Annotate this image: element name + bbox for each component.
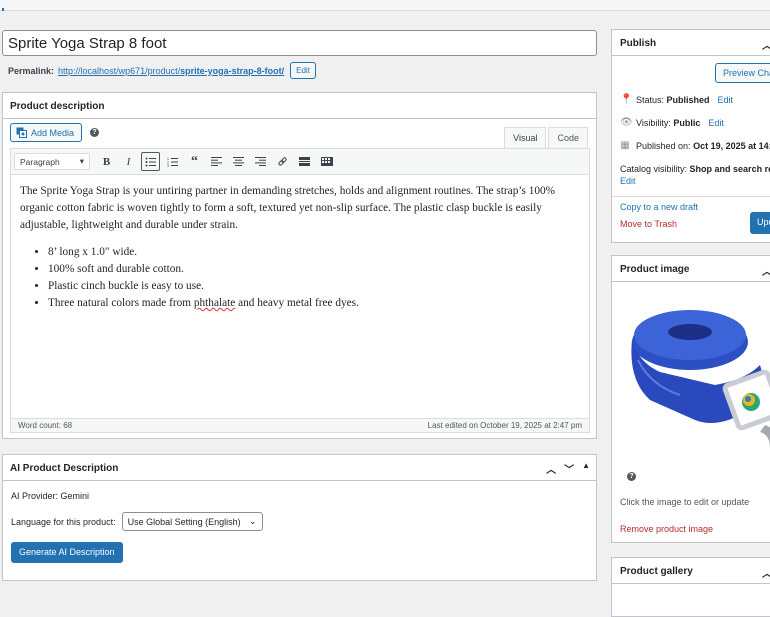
product-image-heading: Product image — [620, 264, 690, 275]
published-row: ▦ Published on: Oct 19, 2025 at 14:47 — [620, 140, 770, 151]
ai-product-description-box: AI Product Description ︿ ﹀ ▲ AI Provider… — [2, 454, 597, 581]
preview-changes-button[interactable]: Preview Changes — [715, 63, 770, 83]
visibility-row: 👁 Visibility: Public Edit — [620, 117, 724, 128]
bullet-list-icon[interactable] — [141, 152, 160, 171]
publish-heading: Publish — [620, 38, 657, 49]
read-more-icon[interactable] — [295, 152, 314, 171]
toggle-panel-icon[interactable]: ▲ — [582, 461, 590, 476]
add-media-icon — [16, 127, 27, 138]
editor-toolbar: Paragraph ▾ B I 123 “ — [11, 149, 589, 175]
numbered-list-icon[interactable]: 123 — [163, 152, 182, 171]
catalog-edit-link[interactable]: Edit — [620, 176, 636, 186]
permalink-edit-button[interactable]: Edit — [290, 62, 316, 79]
update-button[interactable]: Update — [750, 212, 770, 234]
list-item: Three natural colors made from phthalate… — [48, 295, 580, 312]
ai-box-header: AI Product Description ︿ ﹀ ▲ — [3, 455, 596, 481]
tab-code[interactable]: Code — [548, 127, 588, 149]
italic-icon[interactable]: I — [119, 152, 138, 171]
help-icon[interactable]: ? — [90, 128, 100, 137]
product-gallery-heading: Product gallery — [620, 566, 693, 577]
link-icon[interactable] — [273, 152, 292, 171]
help-icon[interactable]: ? — [627, 472, 636, 481]
move-down-icon[interactable]: ﹀ — [564, 461, 574, 476]
copy-draft-link[interactable]: Copy to a new draft — [620, 202, 698, 212]
admin-top-strip — [0, 0, 770, 11]
remove-product-image-link[interactable]: Remove product image — [620, 524, 713, 534]
blockquote-icon[interactable]: “ — [185, 152, 204, 171]
permalink-link[interactable]: http://localhost/wp671/product/sprite-yo… — [58, 66, 284, 76]
editor-area: Paragraph ▾ B I 123 “ The Sprite Yoga St… — [10, 148, 590, 433]
move-to-trash-link[interactable]: Move to Trash — [620, 219, 677, 229]
list-item: Plastic cinch buckle is easy to use. — [48, 278, 580, 295]
product-title-input[interactable] — [2, 30, 597, 56]
publish-header: Publish ︿ — [612, 30, 770, 56]
language-select[interactable]: Use Global Setting (English) ⌄ — [121, 512, 263, 531]
catalog-visibility: Catalog visibility: Shop and search resu… — [620, 164, 770, 186]
align-center-icon[interactable] — [229, 152, 248, 171]
language-row: Language for this product: Use Global Se… — [11, 512, 263, 531]
description-bullet-list: 8’ long x 1.0" wide. 100% soft and durab… — [20, 244, 580, 312]
editor-tabs: Visual Code — [502, 127, 588, 149]
description-paragraph: The Sprite Yoga Strap is your untiring p… — [20, 185, 556, 231]
list-item: 8’ long x 1.0" wide. — [48, 244, 580, 261]
permalink-row: Permalink: http://localhost/wp671/produc… — [8, 62, 316, 79]
toolbar-toggle-icon[interactable] — [317, 152, 336, 171]
last-edited: Last edited on October 19, 2025 at 2:47 … — [427, 421, 582, 430]
status-edit-link[interactable]: Edit — [718, 95, 734, 105]
editor-statusbar: Word count: 68 Last edited on October 19… — [11, 418, 589, 432]
language-label: Language for this product: — [11, 516, 116, 527]
top-indicator — [2, 8, 4, 11]
media-row: Add Media ? — [10, 123, 100, 142]
align-right-icon[interactable] — [251, 152, 270, 171]
calendar-icon: ▦ — [620, 140, 630, 151]
product-description-heading: Product description — [3, 93, 596, 119]
product-description-box: Product description Add Media ? Visual C… — [2, 92, 597, 439]
chevron-up-icon[interactable]: ︿ — [762, 37, 770, 52]
ai-box-heading: AI Product Description — [10, 463, 119, 474]
publish-box: Publish ︿ Preview Changes 📍 Status: Publi… — [611, 29, 770, 243]
product-image-header: Product image ︿ — [612, 256, 770, 282]
align-left-icon[interactable] — [207, 152, 226, 171]
product-gallery-header: Product gallery ︿ — [612, 558, 770, 584]
move-up-icon[interactable]: ︿ — [546, 461, 556, 476]
yoga-strap-image — [631, 310, 770, 448]
editor-content[interactable]: The Sprite Yoga Strap is your untiring p… — [11, 175, 589, 320]
format-select-value: Paragraph — [20, 156, 60, 167]
pin-icon: 📍 — [620, 94, 633, 105]
ai-provider: AI Provider: Gemini — [11, 491, 90, 501]
add-media-button[interactable]: Add Media — [10, 123, 83, 142]
product-image-box: Product image ︿ ? Click the image to edit… — [611, 255, 770, 543]
product-gallery-box: Product gallery ︿ — [611, 557, 770, 617]
status-row: 📍 Status: Published Edit — [620, 94, 734, 105]
product-image[interactable] — [620, 290, 770, 465]
ai-box-controls: ︿ ﹀ ▲ — [546, 461, 590, 476]
generate-ai-description-button[interactable]: Generate AI Description — [11, 542, 123, 563]
word-count: Word count: 68 — [18, 421, 73, 430]
chevron-down-icon: ▾ — [79, 156, 84, 166]
visibility-edit-link[interactable]: Edit — [708, 118, 724, 128]
svg-text:3: 3 — [167, 164, 169, 167]
tab-visual[interactable]: Visual — [504, 127, 547, 149]
language-select-value: Use Global Setting (English) — [127, 516, 241, 527]
divider — [612, 196, 770, 197]
format-select[interactable]: Paragraph ▾ — [14, 153, 90, 170]
product-image-hint: Click the image to edit or update — [620, 497, 750, 507]
chevron-up-icon[interactable]: ︿ — [762, 565, 770, 580]
permalink-label: Permalink: — [8, 65, 55, 76]
add-media-label: Add Media — [31, 127, 75, 138]
list-item: 100% soft and durable cotton. — [48, 261, 580, 278]
chevron-down-icon: ⌄ — [249, 516, 257, 526]
chevron-up-icon[interactable]: ︿ — [762, 263, 770, 278]
bold-icon[interactable]: B — [97, 152, 116, 171]
eye-icon: 👁 — [620, 117, 633, 128]
misspelled-word: phthalate — [193, 297, 236, 309]
